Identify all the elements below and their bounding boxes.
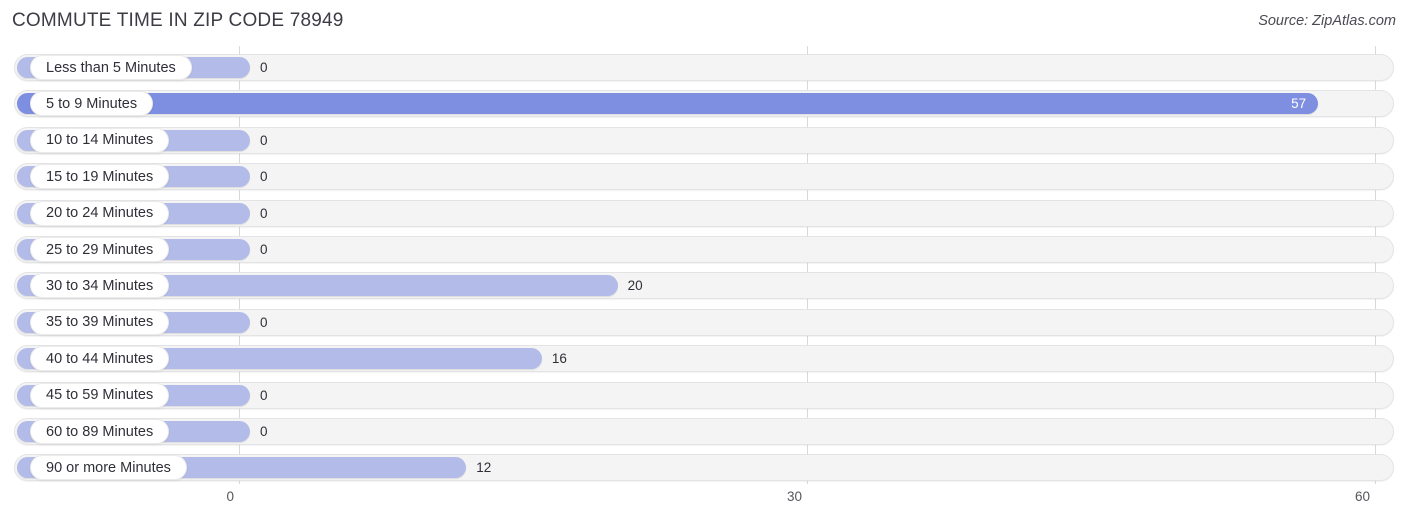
bar-row: 0 45 to 59 Minutes [14, 381, 1394, 409]
category-label: 60 to 89 Minutes [46, 423, 154, 440]
category-pill[interactable]: 15 to 19 Minutes [30, 164, 170, 190]
category-label: 30 to 34 Minutes [46, 277, 154, 294]
category-pill[interactable]: 60 to 89 Minutes [30, 419, 170, 444]
bar-value-label: 0 [260, 387, 268, 403]
category-pill[interactable]: 40 to 44 Minutes [30, 346, 170, 372]
x-tick-label-0: 0 [226, 489, 234, 504]
bar-value-label: 12 [476, 460, 492, 476]
chart-header: COMMUTE TIME IN ZIP CODE 78949 Source: Z… [0, 0, 1406, 46]
x-tick-label-30: 30 [786, 489, 802, 504]
category-label: 35 to 39 Minutes [46, 314, 154, 331]
bar-value-label: 16 [551, 351, 567, 367]
bar-row: 0 35 to 39 Minutes [14, 308, 1394, 336]
category-pill[interactable]: 10 to 14 Minutes [30, 127, 170, 153]
bar-row: 0 15 to 19 Minutes [14, 163, 1394, 191]
bar-value-label: 0 [260, 314, 268, 330]
page-title: COMMUTE TIME IN ZIP CODE 78949 [12, 10, 344, 31]
bar-row: 12 90 or more Minutes [14, 454, 1394, 482]
category-label: 20 to 24 Minutes [46, 205, 154, 222]
category-pill[interactable]: Less than 5 Minutes [30, 55, 192, 80]
category-label: 15 to 19 Minutes [46, 168, 154, 185]
bar-row: 0 10 to 14 Minutes [14, 126, 1394, 154]
bar-value-inside: 57 [1291, 96, 1307, 112]
bar-rows: 0 Less than 5 Minutes 57 5 to 9 Minutes 0 10 … [0, 46, 1406, 484]
bar-value-label: 20 [627, 278, 643, 294]
plot-area: 0 Less than 5 Minutes 57 5 to 9 Minutes 0 10 … [0, 46, 1406, 484]
category-label: 45 to 59 Minutes [46, 387, 154, 404]
category-label: 10 to 14 Minutes [46, 132, 154, 149]
x-tick-label-60: 60 [1354, 489, 1370, 504]
source-attribution: Source: ZipAtlas.com [1258, 13, 1396, 29]
category-pill[interactable]: 45 to 59 Minutes [30, 382, 170, 408]
category-label: 90 or more Minutes [46, 459, 171, 476]
x-axis: 0 30 60 [0, 484, 1406, 523]
category-label: 40 to 44 Minutes [46, 350, 154, 367]
bar-row: 20 30 to 34 Minutes [14, 272, 1394, 300]
category-pill[interactable]: 5 to 9 Minutes [30, 91, 154, 117]
bar-row: 57 5 to 9 Minutes [14, 90, 1394, 118]
bar-row: 0 25 to 29 Minutes [14, 236, 1394, 263]
bar-value-label: 0 [260, 242, 268, 257]
bar-row: 0 Less than 5 Minutes [14, 54, 1394, 81]
bar-fill: 57 [17, 93, 1319, 115]
category-label: Less than 5 Minutes [46, 59, 176, 76]
bar-row: 0 60 to 89 Minutes [14, 418, 1394, 445]
bar-value-label: 0 [260, 205, 268, 221]
category-pill[interactable]: 20 to 24 Minutes [30, 200, 170, 226]
category-label: 25 to 29 Minutes [46, 241, 154, 258]
bar-value-label: 0 [260, 424, 268, 439]
category-pill[interactable]: 90 or more Minutes [30, 455, 187, 481]
bar-value-label: 0 [260, 169, 268, 185]
bar-value-label: 0 [260, 132, 268, 148]
bar-value-label: 0 [260, 60, 268, 75]
category-pill[interactable]: 25 to 29 Minutes [30, 237, 170, 262]
category-label: 5 to 9 Minutes [46, 95, 138, 112]
category-pill[interactable]: 35 to 39 Minutes [30, 309, 170, 335]
bar-row: 0 20 to 24 Minutes [14, 199, 1394, 227]
category-pill[interactable]: 30 to 34 Minutes [30, 273, 170, 299]
bar-row: 16 40 to 44 Minutes [14, 345, 1394, 373]
